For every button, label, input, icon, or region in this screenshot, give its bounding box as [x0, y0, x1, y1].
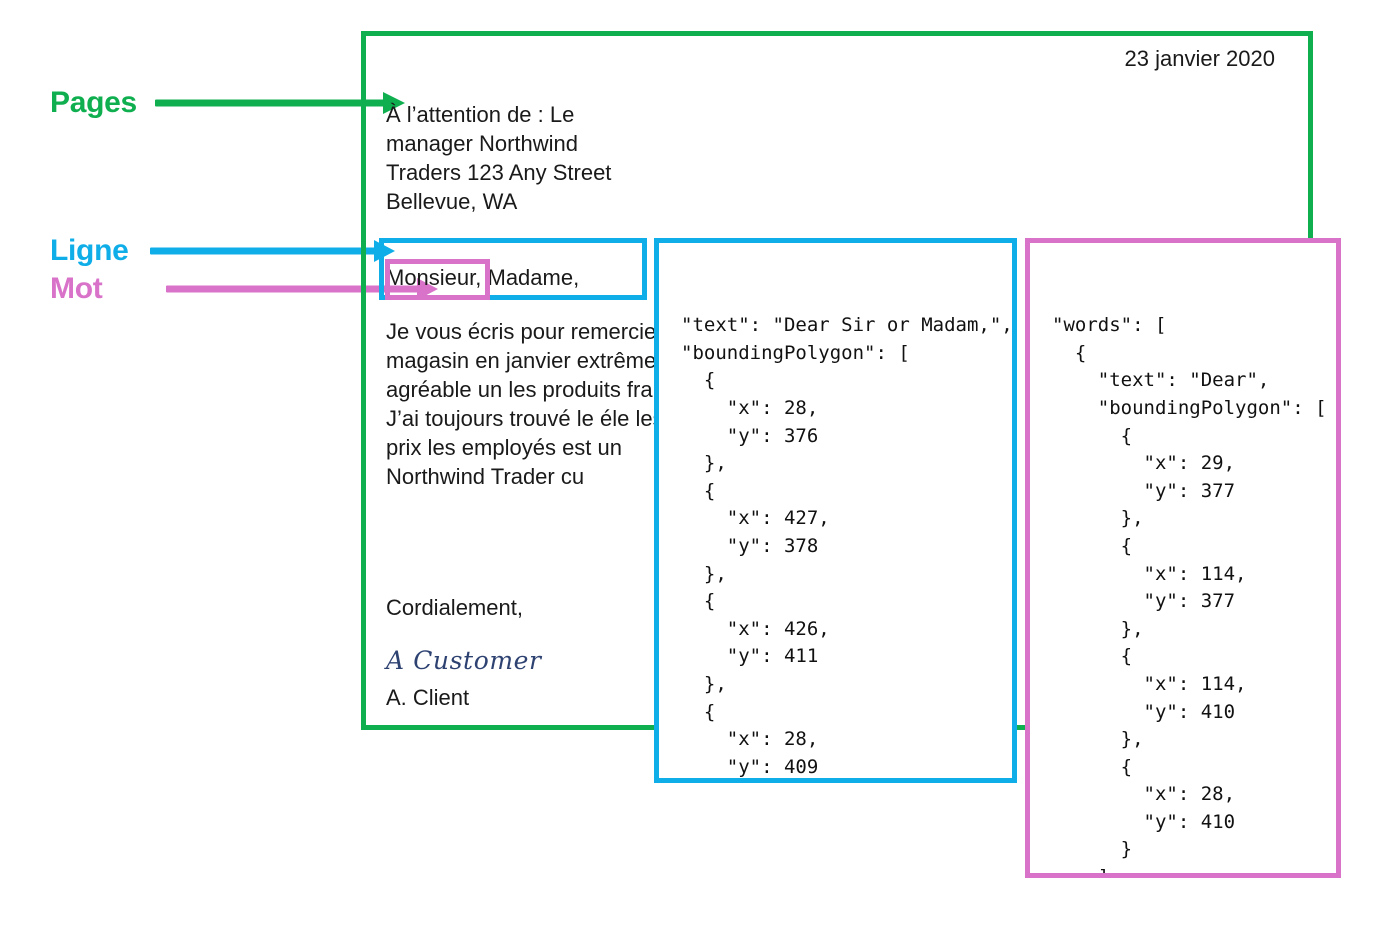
document-signature-name: A. Client [386, 685, 470, 710]
arrow-shaft [149, 247, 376, 255]
document-signature-script: A Customer [386, 646, 542, 675]
word-bounding-box [385, 259, 490, 300]
ligne-arrow-icon [149, 240, 395, 262]
document-date: 23 janvier 2020 [1124, 46, 1275, 71]
legend-label-mot: Mot [50, 272, 103, 305]
legend-row-ligne: Ligne [50, 236, 395, 266]
document-body-paragraph: Je vous écris pour remercie magasin en j… [386, 319, 676, 489]
line-json-text: "text": "Dear Sir or Madam,", "boundingP… [681, 314, 1013, 778]
arrow-shaft [154, 99, 385, 107]
document-address: À l’attention de : Le manager Northwind … [386, 102, 612, 214]
legend-label-ligne: Ligne [50, 234, 129, 267]
legend-label-pages: Pages [50, 86, 137, 119]
line-json-panel: "text": "Dear Sir or Madam,", "boundingP… [654, 238, 1017, 783]
legend-row-pages: Pages [50, 88, 405, 118]
word-json-panel: "words": [ { "text": "Dear", "boundingPo… [1025, 238, 1341, 878]
word-json-text: "words": [ { "text": "Dear", "boundingPo… [1052, 314, 1327, 878]
document-closing: Cordialement, [386, 595, 523, 620]
